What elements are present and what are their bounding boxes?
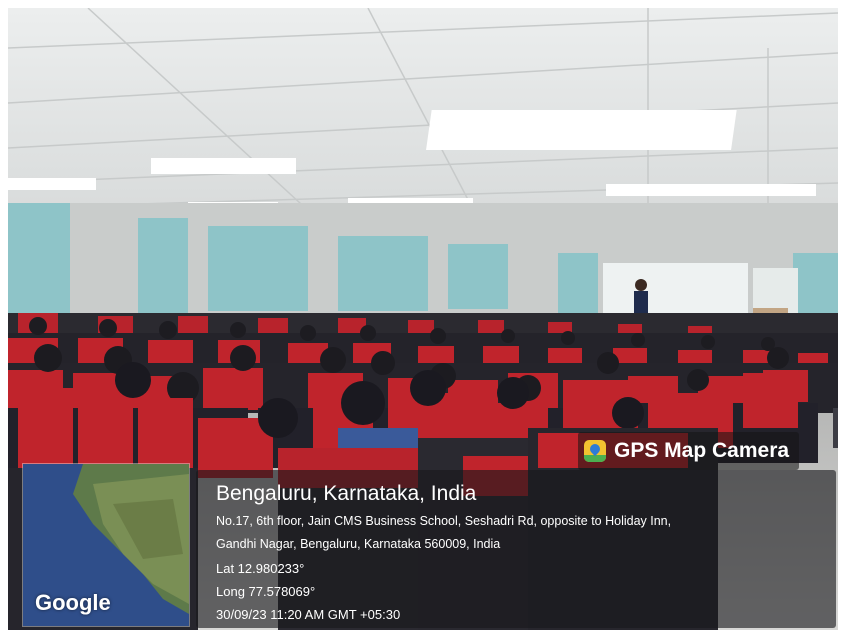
longitude: Long 77.578069° (216, 584, 316, 599)
address-line-1: No.17, 6th floor, Jain CMS Business Scho… (216, 514, 672, 528)
city-line: Bengaluru, Karnataka, India (216, 482, 477, 505)
photo-frame: GPS Map Camera Google Bengaluru, Karnata… (8, 8, 838, 630)
location-mini-map: Google (22, 463, 190, 627)
address-line-2: Gandhi Nagar, Bengaluru, Karnataka 56000… (216, 537, 501, 551)
gps-camera-app-name: GPS Map Camera (614, 439, 790, 462)
google-logo: Google (35, 590, 111, 615)
gps-map-camera-icon (584, 440, 606, 462)
location-info-panel: Bengaluru, Karnataka, India No.17, 6th f… (196, 470, 836, 628)
gps-camera-badge: GPS Map Camera (578, 432, 800, 470)
latitude: Lat 12.980233° (216, 561, 305, 576)
datetime: 30/09/23 11:20 AM GMT +05:30 (216, 607, 401, 622)
